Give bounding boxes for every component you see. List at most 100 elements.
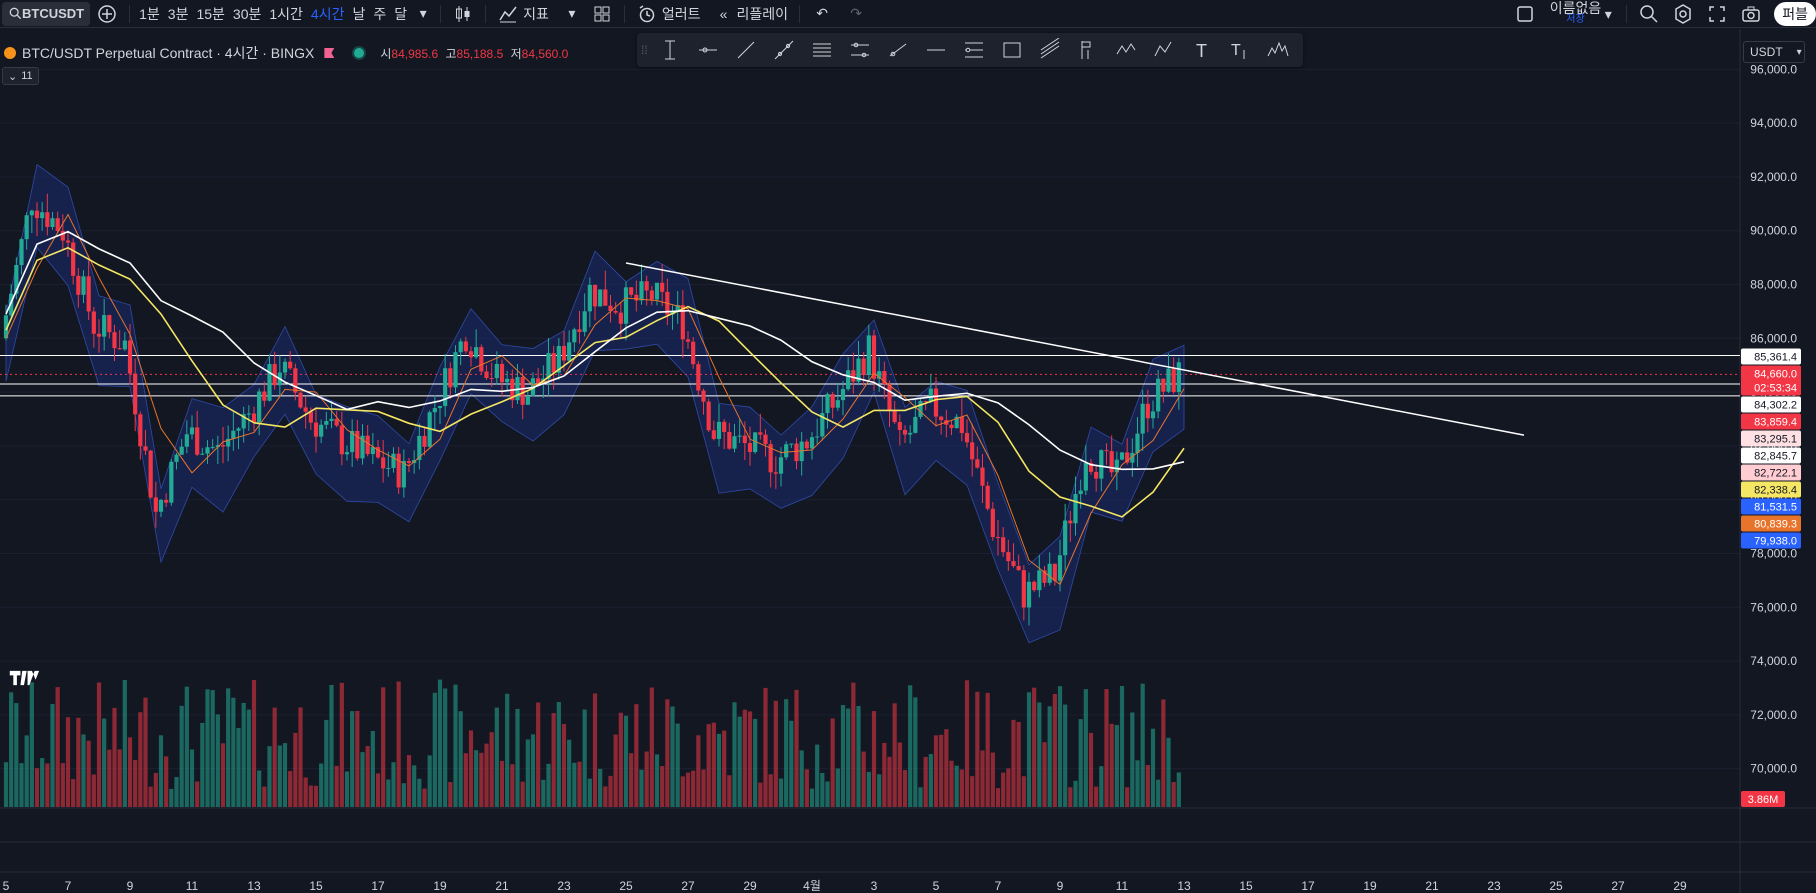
candle-body (246, 413, 251, 415)
volume-bar (350, 711, 355, 807)
layout-square-icon (1514, 3, 1536, 25)
extended-line-tool-button[interactable] (765, 35, 803, 65)
candle-body (949, 424, 954, 429)
y-tick-label: 92,000.0 (1750, 170, 1797, 184)
x-tick-label: 9 (127, 879, 134, 893)
interval-8-button[interactable]: 달 (390, 0, 411, 28)
alert-button[interactable]: 얼러트 (630, 0, 707, 28)
chart-type-button[interactable] (446, 0, 480, 28)
interval-3-button[interactable]: 30분 (229, 0, 265, 28)
interval-0-button[interactable]: 1분 (135, 0, 164, 28)
candle-body (133, 373, 138, 415)
candle-body (747, 443, 753, 453)
volume-bar (799, 750, 804, 807)
indicators-button[interactable]: 지표 ▾ (491, 0, 585, 28)
snapshot-button[interactable] (1734, 0, 1768, 28)
candle-body (933, 388, 939, 417)
x-tick-label: 17 (371, 879, 385, 893)
templates-button[interactable] (585, 0, 619, 28)
trendline[interactable] (625, 262, 1525, 436)
volume-bar (675, 723, 680, 807)
volume-bar (288, 771, 293, 807)
candle-body (1026, 581, 1032, 608)
x-tick-label: 3 (871, 879, 878, 893)
volume-bar (148, 786, 153, 807)
symbol-search-button[interactable]: BTCUSDT (2, 1, 91, 26)
candle-body (453, 352, 458, 388)
volume-bar (282, 743, 288, 807)
volume-bar (1104, 689, 1109, 807)
add-symbol-button[interactable] (90, 0, 124, 28)
tradingview-logo-icon[interactable] (8, 669, 40, 689)
interval-1-button[interactable]: 3분 (164, 0, 193, 28)
layout-button[interactable]: 이름없음 저장 ▾ (1508, 0, 1622, 28)
volume-bar (820, 772, 825, 807)
interval-2-button[interactable]: 15분 (192, 0, 228, 28)
undo-icon: ↶ (816, 5, 828, 21)
parallel-channel-tool-button[interactable] (803, 35, 841, 65)
volume-bar (680, 776, 685, 807)
volume-bar (1109, 723, 1114, 807)
candle-body (815, 436, 820, 438)
horizontal-line-tool-button[interactable] (917, 35, 955, 65)
redo-button[interactable]: ↷ (839, 0, 873, 28)
fullscreen-button[interactable] (1700, 0, 1734, 28)
currency-selector[interactable]: USDT ▾ (1743, 41, 1805, 63)
settings-button[interactable] (1666, 0, 1700, 28)
volume-bar (773, 700, 778, 807)
quick-search-button[interactable] (1632, 0, 1666, 28)
x-tick-label: 15 (309, 879, 323, 893)
elliott-wave-tool-button[interactable] (1259, 35, 1297, 65)
y-tick-label: 94,000.0 (1750, 116, 1797, 130)
candle-body (396, 453, 401, 488)
volume-bar (536, 702, 541, 807)
interval-5-button[interactable]: 4시간 (307, 0, 349, 28)
interval-dropdown-button[interactable]: ▾ (411, 0, 435, 28)
interval-4-button[interactable]: 1시간 (265, 0, 307, 28)
candle-body (205, 447, 210, 454)
volume-bar (220, 743, 226, 807)
cross-line-tool-button[interactable] (651, 35, 689, 65)
volume-bar (763, 687, 768, 807)
drag-handle-icon[interactable]: ⁞⁞ (641, 43, 651, 57)
fib-retracement-tool-button[interactable] (955, 35, 993, 65)
high-label: 고 (445, 46, 457, 61)
x-tick-label: 27 (681, 879, 695, 893)
volume-bar (76, 717, 81, 807)
flag-icon[interactable] (324, 48, 335, 58)
volume-bar (923, 756, 928, 807)
indicators-toggle-button[interactable]: ⌄ 11 (2, 67, 39, 85)
text-tool-button[interactable]: T (1183, 35, 1221, 65)
volume-bar (381, 687, 386, 807)
interval-6-button[interactable]: 날 (348, 0, 369, 28)
pattern-tool-button[interactable] (1107, 35, 1145, 65)
replay-label: 리플레이 (736, 5, 789, 22)
rectangle-tool-button[interactable] (993, 35, 1031, 65)
volume-bar (933, 735, 939, 807)
candle-body (169, 461, 174, 503)
candle-body (990, 508, 995, 538)
pitchfork-tool-button[interactable] (1031, 35, 1069, 65)
chart-area[interactable]: 96,000.0 94,000.0 92,000.0 90,000.0 88,000.0… (0, 29, 1816, 893)
undo-button[interactable]: ↶ (805, 0, 839, 28)
abcd-pattern-tool-button[interactable] (1145, 35, 1183, 65)
interval-7-button[interactable]: 주 (369, 0, 390, 28)
volume-bar (262, 786, 267, 807)
volume-bar (556, 702, 561, 807)
x-tick-label: 9 (1057, 879, 1064, 893)
replay-button[interactable]: « 리플레이 (707, 0, 795, 28)
anchored-text-tool-button[interactable]: T (1221, 35, 1259, 65)
long-position-tool-button[interactable] (1069, 35, 1107, 65)
volume-bar (939, 734, 944, 807)
candle-body (1063, 520, 1068, 556)
trend-line-tool-button[interactable] (727, 35, 765, 65)
info-line-tool-button[interactable] (879, 35, 917, 65)
horizontal-ray-tool-button[interactable] (689, 35, 727, 65)
price-label: 82,845.7 (1754, 450, 1797, 462)
x-tick-label: 29 (1673, 879, 1687, 893)
top-toolbar: BTCUSDT 1분 3분 15분 30분 1시간 4시간 날 주 달 ▾ 지표 ▾ 얼러트 «… (0, 0, 1816, 28)
chart-canvas[interactable]: 96,000.0 94,000.0 92,000.0 90,000.0 88,000.0… (0, 29, 1816, 893)
publish-button[interactable]: 퍼블 (1774, 2, 1816, 26)
regression-trend-tool-button[interactable] (841, 35, 879, 65)
candle-body (303, 407, 308, 412)
